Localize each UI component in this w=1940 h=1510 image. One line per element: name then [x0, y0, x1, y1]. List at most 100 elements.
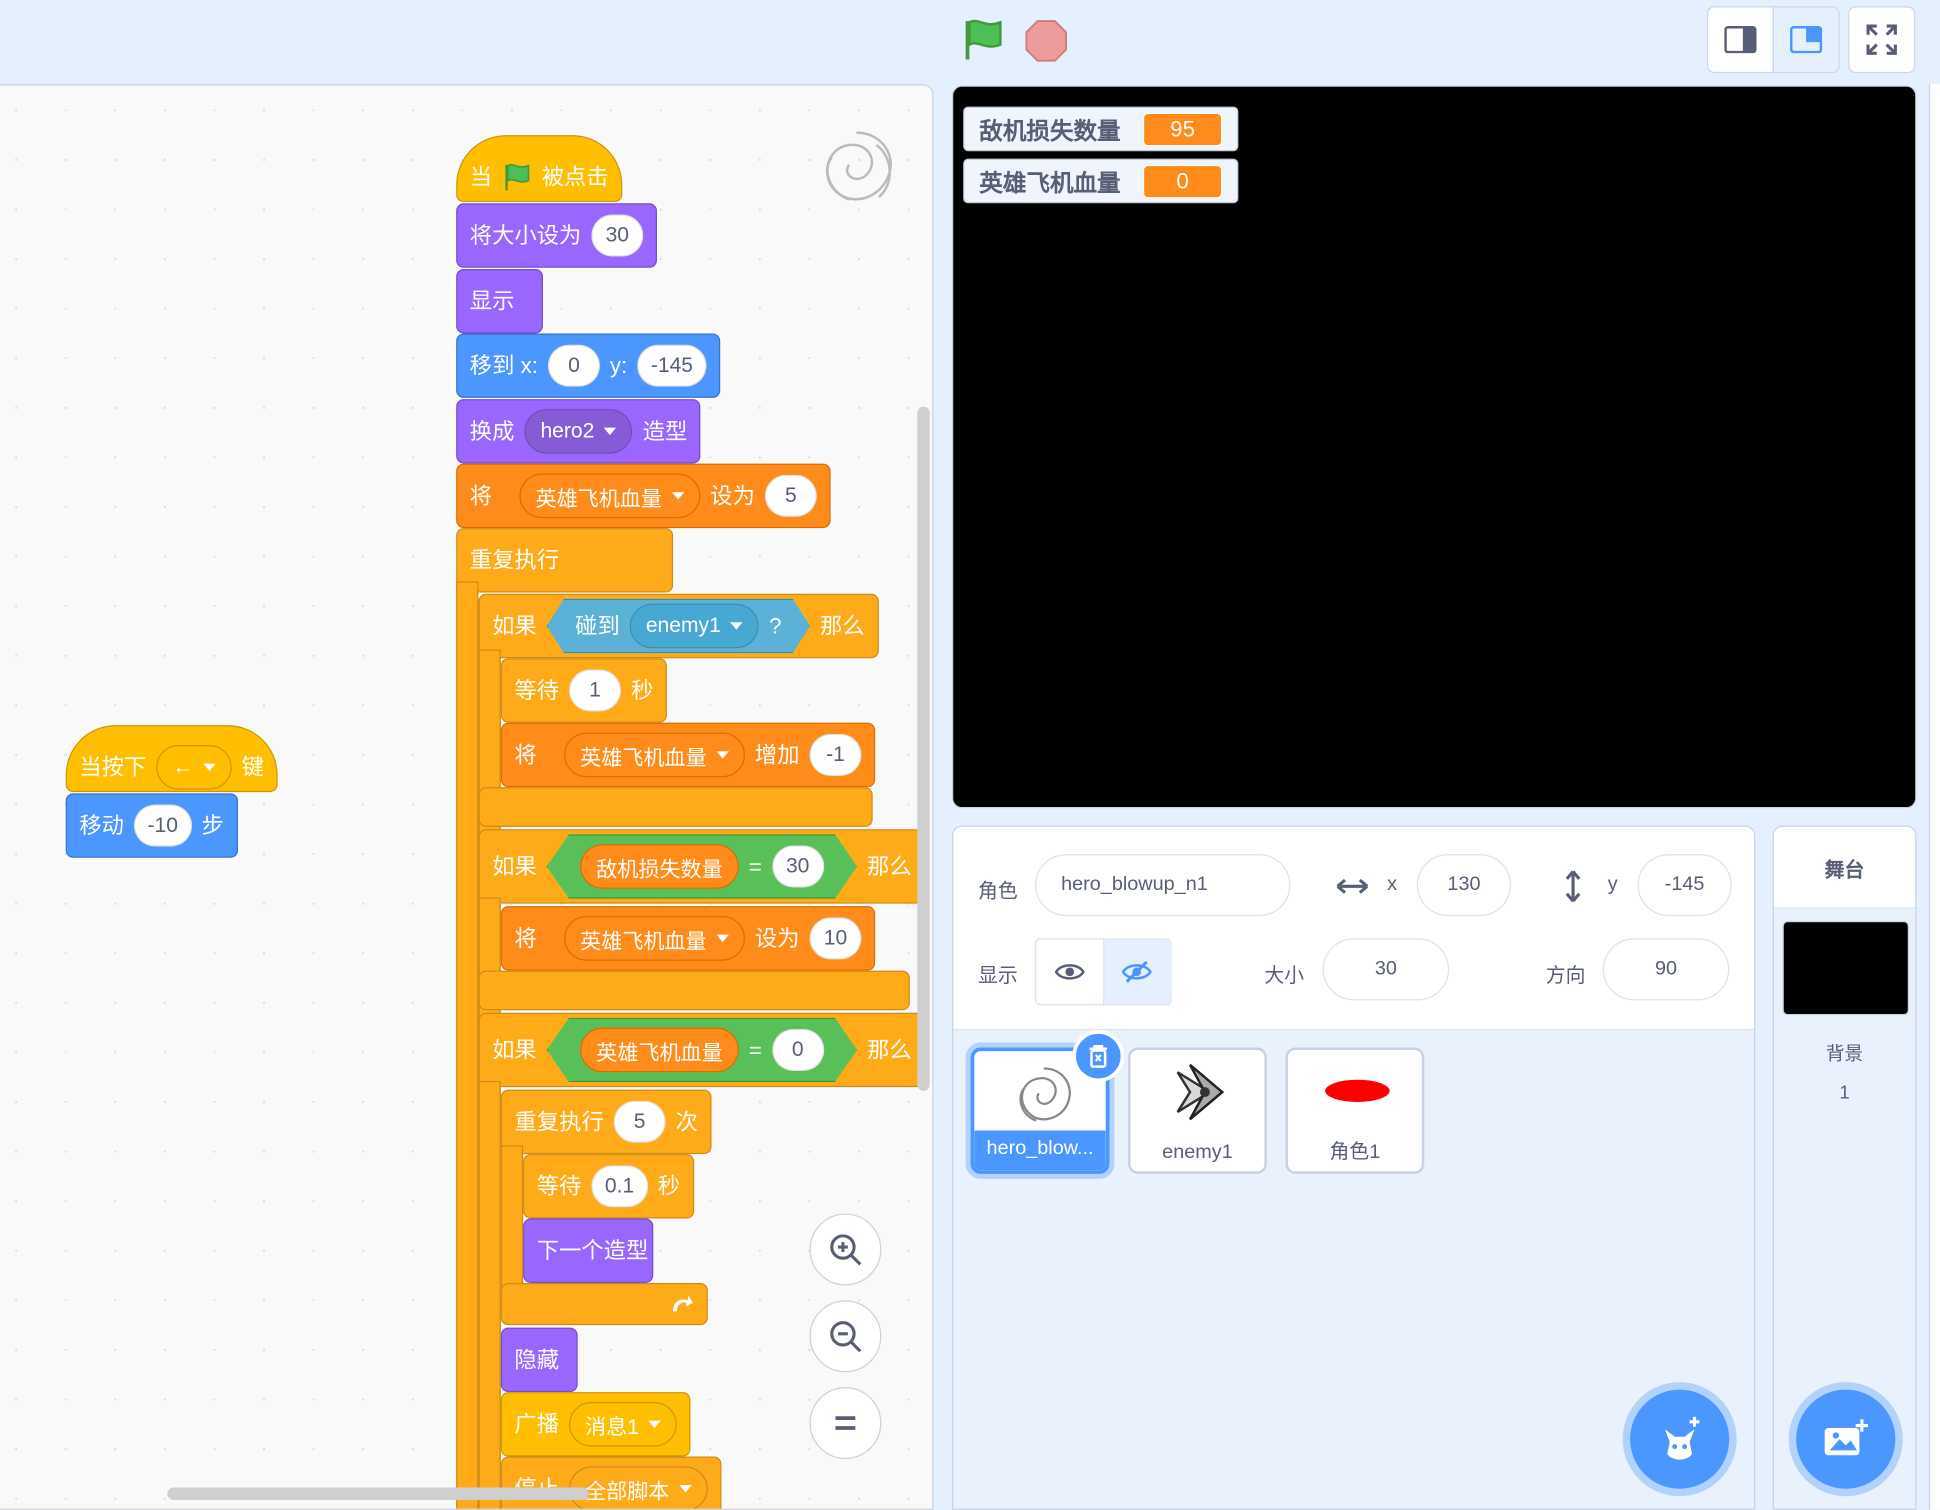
if3-variable-reporter[interactable]: 英雄飞机血量 [580, 1028, 739, 1073]
set-size-block[interactable]: 将大小设为 30 [456, 203, 657, 268]
x-input[interactable]: 130 [1416, 854, 1512, 917]
stop-dropdown[interactable]: 全部脚本 [568, 1466, 708, 1509]
wait-block[interactable]: 等待 1 秒 [500, 658, 667, 723]
change-variable-block[interactable]: 将 英雄飞机血量 增加 -1 [500, 722, 876, 788]
sprite-label: 角色 [978, 881, 1018, 903]
hat-clicked: 被点击 [541, 164, 609, 190]
size-input[interactable]: 30 [1322, 938, 1450, 1001]
if3-value-input[interactable]: 0 [772, 1029, 824, 1071]
set-variable-block-2[interactable]: 将 英雄飞机血量 设为 10 [500, 906, 876, 971]
if-equals-block-2[interactable]: 如果 英雄飞机血量 = 0 那么 [478, 1012, 926, 1088]
equals-condition-1[interactable]: 敌机损失数量 = 30 [547, 834, 858, 898]
vertical-scrollbar[interactable] [917, 406, 930, 1091]
change-var-name: 英雄飞机血量 [580, 745, 707, 770]
switch-suffix: 造型 [642, 418, 688, 444]
touching-condition[interactable]: 碰到 enemy1 ? [547, 599, 810, 654]
set2-value-input[interactable]: 10 [809, 917, 862, 960]
broadcast-dropdown[interactable]: 消息1 [568, 1401, 678, 1447]
wait2-input[interactable]: 0.1 [591, 1165, 648, 1208]
key-dropdown[interactable]: ← [156, 744, 232, 790]
show-label: 显示 [978, 965, 1018, 987]
trash-icon [1089, 1044, 1107, 1068]
green-flag-icon [505, 164, 530, 191]
normal-stage-button[interactable] [1772, 6, 1840, 74]
stop-icon[interactable] [1025, 20, 1067, 62]
key-value: ← [172, 754, 194, 779]
goto-xy-block[interactable]: 移到 x: 0 y: -145 [456, 333, 721, 398]
normal-stage-icon [1789, 26, 1823, 54]
sprite-tile-sprite1[interactable]: 角色1 [1285, 1047, 1425, 1174]
show-sprite-button[interactable] [1036, 940, 1102, 1004]
change-label: 将 [514, 742, 537, 768]
direction-input[interactable]: 90 [1602, 938, 1730, 1001]
if2-value-input[interactable]: 30 [772, 845, 824, 887]
add-backdrop-button[interactable] [1796, 1389, 1896, 1489]
if2-variable-reporter[interactable]: 敌机损失数量 [580, 844, 739, 889]
variable-name: 英雄飞机血量 [535, 486, 662, 511]
small-stage-button[interactable] [1706, 6, 1774, 74]
chevron-down-icon [731, 622, 743, 629]
goto-x-input[interactable]: 0 [547, 344, 600, 387]
repeat-block[interactable]: 重复执行 5 次 [500, 1089, 712, 1155]
set2-to: 设为 [754, 925, 800, 951]
right-edge-panel [1928, 84, 1940, 1510]
move-suffix: 步 [201, 813, 224, 838]
forever-block[interactable]: 重复执行 [456, 528, 674, 593]
sprite-name: enemy1 [1162, 1141, 1233, 1163]
variable-monitor-hero-hp[interactable]: 英雄飞机血量 0 [963, 158, 1239, 204]
wait1-input[interactable]: 1 [568, 669, 622, 712]
change-value-input[interactable]: -1 [809, 733, 862, 776]
broadcast-block[interactable]: 广播 消息1 [500, 1392, 692, 1457]
add-sprite-button[interactable] [1630, 1389, 1730, 1489]
hero-blowup-thumbnail [1019, 1067, 1071, 1122]
direction-label: 方向 [1545, 965, 1586, 987]
show-block[interactable]: 显示 [456, 268, 543, 334]
move-steps-input[interactable]: -10 [133, 804, 192, 847]
switch-costume-block[interactable]: 换成 hero2 造型 [456, 399, 701, 464]
sprite-name-input[interactable]: hero_blowup_n1 [1035, 854, 1291, 917]
touching-label: 碰到 [575, 613, 620, 639]
set-var-input[interactable]: 5 [764, 474, 817, 517]
stop-option: 全部脚本 [585, 1479, 670, 1504]
change-variable-dropdown[interactable]: 英雄飞机血量 [564, 732, 745, 778]
sprite-tile-enemy1[interactable]: enemy1 [1128, 1047, 1267, 1174]
set2-variable-dropdown[interactable]: 英雄飞机血量 [564, 916, 745, 961]
move-steps-block[interactable]: 移动 -10 步 [65, 793, 238, 858]
when-flag-clicked-hat[interactable]: 当 被点击 [456, 135, 623, 203]
goto-y-input[interactable]: -145 [637, 344, 707, 387]
set-variable-block[interactable]: 将 英雄飞机血量 设为 5 [456, 463, 831, 529]
repeat-input[interactable]: 5 [613, 1100, 666, 1143]
if-touching-block[interactable]: 如果 碰到 enemy1 ? 那么 [478, 593, 879, 659]
stage-selector[interactable]: 舞台 背景 1 [1772, 825, 1917, 1510]
horizontal-scrollbar[interactable] [167, 1487, 589, 1500]
size-input[interactable]: 30 [591, 214, 644, 257]
variable-monitor-enemy-lost[interactable]: 敌机损失数量 95 [963, 106, 1239, 152]
stage-canvas[interactable]: 敌机损失数量 95 英雄飞机血量 0 [952, 85, 1917, 809]
green-flag-icon[interactable] [961, 17, 1006, 62]
when-key-pressed-hat[interactable]: 当按下 ← 键 [65, 725, 278, 793]
costume-dropdown[interactable]: hero2 [524, 409, 633, 454]
fullscreen-button[interactable] [1848, 6, 1916, 74]
wait1-label: 等待 [514, 678, 560, 703]
if3-var: 英雄飞机血量 [596, 1040, 723, 1065]
hat-prefix: 当按下 [79, 754, 147, 780]
if-equals-block-1[interactable]: 如果 敌机损失数量 = 30 那么 [478, 829, 926, 904]
then-label: 那么 [819, 613, 865, 639]
variable-dropdown[interactable]: 英雄飞机血量 [519, 473, 701, 519]
code-workspace[interactable]: 当按下 ← 键 移动 -10 步 当 被点击 将大小设为 30 显示 移到 x:… [0, 84, 934, 1510]
zoom-reset-button[interactable] [809, 1387, 882, 1460]
hide-block[interactable]: 隐藏 [500, 1327, 578, 1393]
hide-sprite-button[interactable] [1102, 939, 1171, 1005]
stage-thumbnail[interactable] [1782, 921, 1909, 1016]
next-costume-block[interactable]: 下一个造型 [523, 1218, 654, 1283]
wait-block-2[interactable]: 等待 0.1 秒 [523, 1154, 694, 1219]
stop-block[interactable]: 停止 全部脚本 [500, 1456, 722, 1509]
zoom-out-button[interactable] [809, 1300, 882, 1373]
zoom-in-button[interactable] [809, 1213, 882, 1286]
broadcast-msg: 消息1 [585, 1415, 639, 1439]
y-arrows-icon [1565, 870, 1581, 903]
touching-dropdown[interactable]: enemy1 [630, 604, 760, 649]
delete-sprite-button[interactable] [1072, 1030, 1125, 1083]
equals-condition-2[interactable]: 英雄飞机血量 = 0 [547, 1018, 858, 1082]
y-input[interactable]: -145 [1637, 854, 1732, 917]
